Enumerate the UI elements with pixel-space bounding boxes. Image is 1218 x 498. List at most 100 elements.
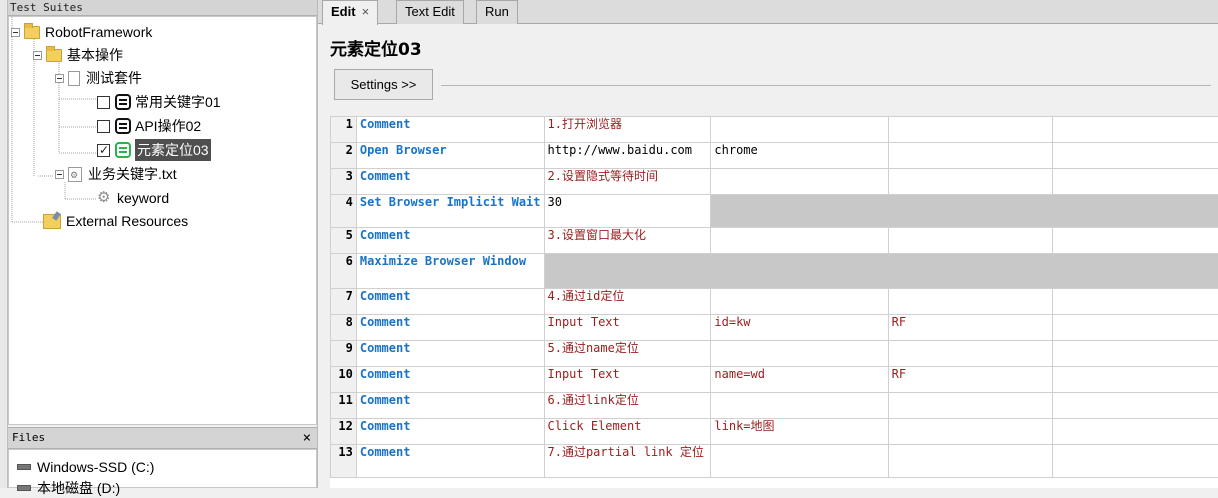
- table-row[interactable]: 4Set Browser Implicit Wait30: [331, 195, 1218, 228]
- row-number[interactable]: 3: [331, 169, 357, 195]
- argument-cell[interactable]: [1052, 419, 1218, 445]
- argument-cell[interactable]: 7.通过partial link 定位: [544, 445, 711, 478]
- table-row[interactable]: 9Comment5.通过name定位: [331, 341, 1218, 367]
- argument-cell[interactable]: [711, 228, 888, 254]
- tree-node-keyword[interactable]: ⚙ keyword: [97, 187, 169, 209]
- argument-cell[interactable]: [888, 289, 1052, 315]
- table-row[interactable]: 10CommentInput Textname=wdRF: [331, 367, 1218, 393]
- argument-cell[interactable]: [1052, 117, 1218, 143]
- tree-node-test-case-01[interactable]: 常用关键字01: [97, 91, 221, 113]
- argument-cell[interactable]: link=地图: [711, 419, 888, 445]
- argument-cell[interactable]: [711, 289, 888, 315]
- empty-cell[interactable]: [544, 254, 1218, 289]
- argument-cell[interactable]: [1052, 315, 1218, 341]
- argument-cell[interactable]: [888, 143, 1052, 169]
- argument-cell[interactable]: [1052, 289, 1218, 315]
- argument-cell[interactable]: [711, 169, 888, 195]
- keyword-cell[interactable]: Comment: [356, 117, 544, 143]
- files-close-icon[interactable]: ×: [303, 428, 311, 448]
- tree-node-test-case-03[interactable]: 元素定位03: [97, 139, 211, 161]
- argument-cell[interactable]: chrome: [711, 143, 888, 169]
- argument-cell[interactable]: Input Text: [544, 315, 711, 341]
- keyword-cell[interactable]: Comment: [356, 341, 544, 367]
- argument-cell[interactable]: [1052, 393, 1218, 419]
- tab-text-edit[interactable]: Text Edit: [396, 0, 464, 24]
- argument-cell[interactable]: [1052, 445, 1218, 478]
- test-case-checkbox[interactable]: [97, 120, 110, 133]
- argument-cell[interactable]: [888, 419, 1052, 445]
- empty-cell[interactable]: [711, 195, 1218, 228]
- table-row[interactable]: 3Comment2.设置隐式等待时间: [331, 169, 1218, 195]
- table-row[interactable]: 7Comment4.通过id定位: [331, 289, 1218, 315]
- argument-cell[interactable]: [711, 341, 888, 367]
- argument-cell[interactable]: [711, 445, 888, 478]
- row-number[interactable]: 1: [331, 117, 357, 143]
- row-number[interactable]: 9: [331, 341, 357, 367]
- argument-cell[interactable]: name=wd: [711, 367, 888, 393]
- keyword-cell[interactable]: Comment: [356, 289, 544, 315]
- row-number[interactable]: 8: [331, 315, 357, 341]
- argument-cell[interactable]: [1052, 169, 1218, 195]
- test-suites-tree[interactable]: RobotFramework 基本操作 测试套件 常用关键字01 API操作02: [8, 16, 317, 425]
- row-number[interactable]: 7: [331, 289, 357, 315]
- row-number[interactable]: 13: [331, 445, 357, 478]
- row-number[interactable]: 5: [331, 228, 357, 254]
- argument-cell[interactable]: 6.通过link定位: [544, 393, 711, 419]
- keyword-cell[interactable]: Comment: [356, 393, 544, 419]
- argument-cell[interactable]: http://www.baidu.com: [544, 143, 711, 169]
- argument-cell[interactable]: 3.设置窗口最大化: [544, 228, 711, 254]
- argument-cell[interactable]: id=kw: [711, 315, 888, 341]
- keyword-cell[interactable]: Comment: [356, 169, 544, 195]
- test-case-checkbox[interactable]: [97, 144, 110, 157]
- drive-item-d[interactable]: 本地磁盘 (D:): [17, 478, 120, 498]
- tab-close-icon[interactable]: ×: [362, 4, 370, 19]
- table-row[interactable]: 2Open Browserhttp://www.baidu.comchrome: [331, 143, 1218, 169]
- argument-cell[interactable]: Click Element: [544, 419, 711, 445]
- table-row[interactable]: 13Comment7.通过partial link 定位: [331, 445, 1218, 478]
- row-number[interactable]: 4: [331, 195, 357, 228]
- files-tree[interactable]: Windows-SSD (C:) 本地磁盘 (D:): [8, 449, 317, 488]
- keyword-cell[interactable]: Comment: [356, 315, 544, 341]
- table-row[interactable]: 11Comment6.通过link定位: [331, 393, 1218, 419]
- collapse-icon[interactable]: [55, 170, 64, 179]
- row-number[interactable]: 12: [331, 419, 357, 445]
- argument-cell[interactable]: [711, 393, 888, 419]
- tree-node-external-resources[interactable]: External Resources: [43, 210, 188, 232]
- argument-cell[interactable]: 4.通过id定位: [544, 289, 711, 315]
- row-number[interactable]: 10: [331, 367, 357, 393]
- keyword-cell[interactable]: Comment: [356, 419, 544, 445]
- argument-cell[interactable]: [1052, 341, 1218, 367]
- argument-cell[interactable]: [1052, 367, 1218, 393]
- argument-cell[interactable]: [711, 117, 888, 143]
- settings-button[interactable]: Settings >>: [334, 69, 433, 100]
- tree-node-test-case-02[interactable]: API操作02: [97, 115, 201, 137]
- keyword-cell[interactable]: Open Browser: [356, 143, 544, 169]
- argument-cell[interactable]: 2.设置隐式等待时间: [544, 169, 711, 195]
- argument-cell[interactable]: RF: [888, 315, 1052, 341]
- argument-cell[interactable]: [888, 117, 1052, 143]
- tree-node-business-keywords[interactable]: 业务关键字.txt: [55, 163, 177, 185]
- tree-node-robotframework[interactable]: RobotFramework: [11, 21, 152, 43]
- argument-cell[interactable]: [888, 445, 1052, 478]
- table-row[interactable]: 12CommentClick Elementlink=地图: [331, 419, 1218, 445]
- drive-item-c[interactable]: Windows-SSD (C:): [17, 457, 154, 477]
- row-number[interactable]: 6: [331, 254, 357, 289]
- argument-cell[interactable]: 1.打开浏览器: [544, 117, 711, 143]
- argument-cell[interactable]: [888, 228, 1052, 254]
- collapse-icon[interactable]: [55, 74, 64, 83]
- argument-cell[interactable]: [888, 169, 1052, 195]
- table-row[interactable]: 5Comment3.设置窗口最大化: [331, 228, 1218, 254]
- keyword-cell[interactable]: Set Browser Implicit Wait: [356, 195, 544, 228]
- keyword-cell[interactable]: Comment: [356, 445, 544, 478]
- argument-cell[interactable]: RF: [888, 367, 1052, 393]
- tab-run[interactable]: Run: [476, 0, 518, 24]
- tree-node-test-suite[interactable]: 测试套件: [55, 67, 142, 89]
- argument-cell[interactable]: 5.通过name定位: [544, 341, 711, 367]
- argument-cell[interactable]: Input Text: [544, 367, 711, 393]
- argument-cell[interactable]: [888, 341, 1052, 367]
- collapse-icon[interactable]: [33, 51, 42, 60]
- keyword-cell[interactable]: Maximize Browser Window: [356, 254, 544, 289]
- tree-node-basic-ops[interactable]: 基本操作: [33, 44, 123, 66]
- argument-cell[interactable]: [888, 393, 1052, 419]
- table-row[interactable]: 8CommentInput Textid=kwRF: [331, 315, 1218, 341]
